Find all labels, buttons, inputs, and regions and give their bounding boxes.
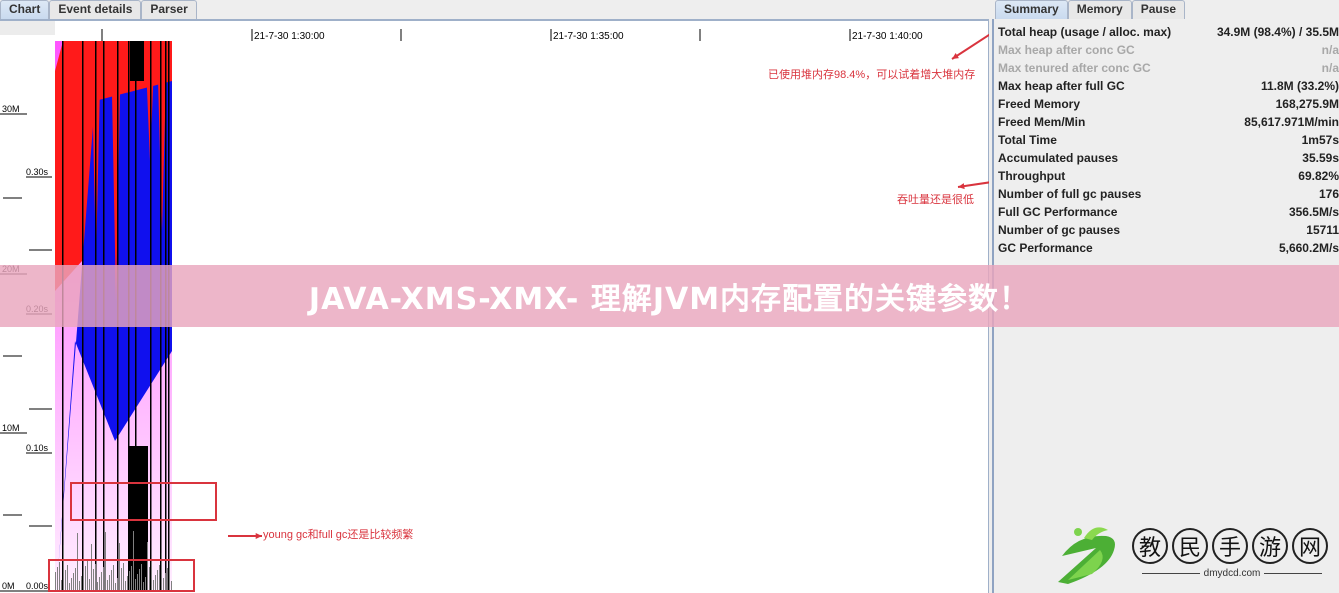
summary-label: Max heap after full GC bbox=[998, 79, 1125, 93]
summary-value: 1m57s bbox=[1301, 133, 1339, 147]
summary-row: Freed Mem/Min 85,617.971M/min bbox=[994, 113, 1339, 131]
summary-value: 356.5M/s bbox=[1288, 205, 1339, 219]
summary-row: Number of full gc pauses 176 bbox=[994, 185, 1339, 203]
y-pause-label: 0.10s bbox=[26, 443, 49, 453]
summary-row: Max heap after full GC 11.8M (33.2%) bbox=[994, 77, 1339, 95]
x-tick-label: 21-7-30 1:35:00 bbox=[553, 31, 624, 42]
summary-row: Accumulated pauses 35.59s bbox=[994, 149, 1339, 167]
y-memory-label: 10M bbox=[2, 423, 20, 433]
tab-summary[interactable]: Summary bbox=[995, 0, 1068, 19]
summary-value: 69.82% bbox=[1298, 169, 1339, 183]
y-pause-label: 0.00s bbox=[26, 581, 49, 591]
summary-value: 11.8M (33.2%) bbox=[1260, 79, 1339, 93]
summary-value: 15711 bbox=[1306, 223, 1339, 237]
tab-event-details[interactable]: Event details bbox=[49, 0, 142, 19]
summary-label: Total Time bbox=[998, 133, 1057, 147]
summary-label: Accumulated pauses bbox=[998, 151, 1119, 165]
gc-arrow-head bbox=[255, 532, 262, 540]
watermark-char: 游 bbox=[1252, 528, 1288, 564]
main-tab-bar: Chart Event details Parser bbox=[0, 0, 197, 19]
tab-memory[interactable]: Memory bbox=[1067, 0, 1132, 19]
watermark-url: dmydcd.com bbox=[1132, 568, 1332, 579]
x-axis: 21-7-30 1:30:00 21-7-30 1:35:00 21-7-30 1:… bbox=[101, 29, 923, 42]
heap-annotation: 已使用堆内存98.4%，可以试着增大堆内存 bbox=[768, 69, 976, 81]
summary-value: n/a bbox=[1321, 61, 1339, 75]
tab-pause[interactable]: Pause bbox=[1131, 0, 1186, 19]
watermark-char: 手 bbox=[1212, 528, 1248, 564]
summary-label: Max heap after conc GC bbox=[998, 43, 1135, 57]
summary-row: Total Time 1m57s bbox=[994, 131, 1339, 149]
tab-chart[interactable]: Chart bbox=[0, 0, 50, 19]
summary-value: 5,660.2M/s bbox=[1278, 241, 1339, 255]
summary-row: Number of gc pauses 15711 bbox=[994, 221, 1339, 239]
summary-label: Number of gc pauses bbox=[998, 223, 1121, 237]
summary-label: Number of full gc pauses bbox=[998, 187, 1142, 201]
summary-value: 85,617.971M/min bbox=[1244, 115, 1339, 129]
leaf-logo-icon bbox=[1058, 527, 1115, 584]
watermark-char: 民 bbox=[1172, 528, 1208, 564]
summary-tab-bar: Summary Memory Pause bbox=[995, 0, 1186, 19]
tab-parser[interactable]: Parser bbox=[141, 0, 197, 19]
summary-label: Throughput bbox=[998, 169, 1066, 183]
summary-value: n/a bbox=[1321, 43, 1339, 57]
summary-row: Freed Memory 168,275.9M bbox=[994, 95, 1339, 113]
summary-value: 34.9M (98.4%) / 35.5M bbox=[1216, 25, 1339, 39]
summary-label: Freed Mem/Min bbox=[998, 115, 1086, 129]
watermark-char: 网 bbox=[1292, 528, 1328, 564]
y-memory-label: 0M bbox=[2, 581, 15, 591]
throughput-annotation: 吞吐量还是很低 bbox=[897, 194, 974, 206]
watermark-logo: 教民手游网 dmydcd.com bbox=[1048, 520, 1338, 590]
summary-value: 35.59s bbox=[1302, 151, 1339, 165]
x-tick-label: 21-7-30 1:30:00 bbox=[254, 31, 325, 42]
banner-title: JAVA-XMS-XMX- 理解JVM内存配置的关键参数！ bbox=[308, 282, 1031, 317]
summary-row: Max heap after conc GC n/a bbox=[994, 41, 1339, 59]
y-axis: 30M20M10M0M0.30s0.20s0.10s0.00s bbox=[0, 104, 52, 592]
gc-frequency-annotation: young gc和full gc还是比较频繁 bbox=[263, 529, 414, 541]
summary-row: Total heap (usage / alloc. max) 34.9M (98… bbox=[994, 23, 1339, 41]
y-pause-label: 0.30s bbox=[26, 167, 49, 177]
summary-label: Max tenured after conc GC bbox=[998, 61, 1151, 75]
summary-row: Throughput 69.82% bbox=[994, 167, 1339, 185]
summary-label: Full GC Performance bbox=[998, 205, 1118, 219]
summary-label: Freed Memory bbox=[998, 97, 1081, 111]
y-memory-label: 30M bbox=[2, 104, 20, 114]
summary-row: Max tenured after conc GC n/a bbox=[994, 59, 1339, 77]
summary-label: GC Performance bbox=[998, 241, 1093, 255]
summary-value: 168,275.9M bbox=[1275, 97, 1339, 111]
heap-arrow bbox=[951, 33, 989, 60]
x-tick-label: 21-7-30 1:40:00 bbox=[852, 31, 923, 42]
summary-row: Full GC Performance 356.5M/s bbox=[994, 203, 1339, 221]
title-banner: JAVA-XMS-XMX- 理解JVM内存配置的关键参数！ bbox=[0, 265, 1339, 327]
watermark-char: 教 bbox=[1132, 528, 1168, 564]
full-gc-block bbox=[130, 41, 144, 81]
summary-row: GC Performance 5,660.2M/s bbox=[994, 239, 1339, 257]
summary-value: 176 bbox=[1318, 187, 1339, 201]
summary-label: Total heap (usage / alloc. max) bbox=[998, 25, 1172, 39]
